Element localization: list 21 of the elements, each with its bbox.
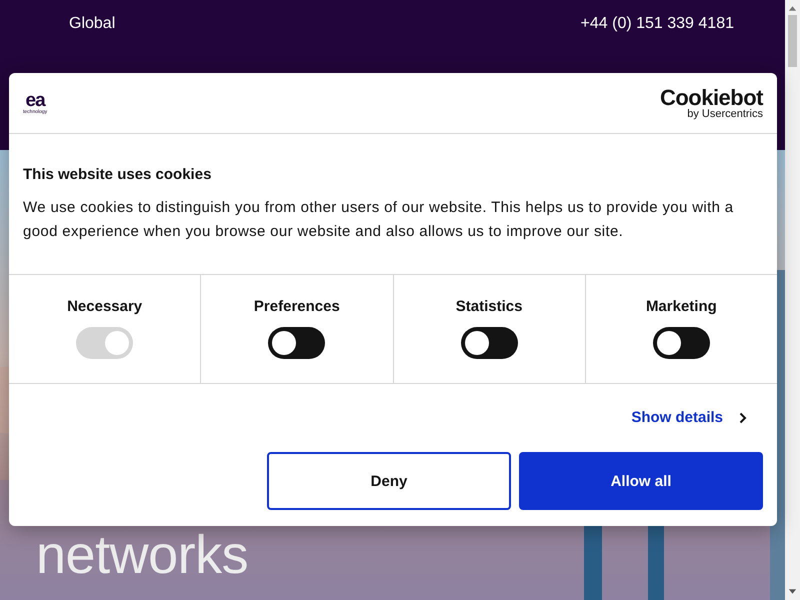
- category-label: Preferences: [254, 298, 340, 315]
- category-label: Marketing: [646, 298, 717, 315]
- chevron-right-icon[interactable]: [739, 412, 747, 424]
- region-link[interactable]: Global: [69, 15, 116, 33]
- toggle-switch[interactable]: [460, 327, 518, 359]
- allow-all-button[interactable]: Allow all: [519, 452, 763, 510]
- phone-number[interactable]: +44 (0) 151 339 4181: [580, 15, 734, 33]
- dialog-title: This website uses cookies: [23, 166, 212, 183]
- hero-heading: networks: [36, 528, 248, 582]
- scrollbar-thumb[interactable]: [788, 15, 797, 67]
- category-label: Statistics: [456, 298, 522, 315]
- category-label: Necessary: [67, 298, 142, 315]
- dialog-text: We use cookies to distinguish you from other users of our website. This helps us to provide you with a good experience when you browse our website and also allows us to improve our site.: [23, 198, 734, 242]
- show-details-link[interactable]: Show details: [631, 409, 723, 426]
- cookiebot-logo: Cookiebot by Usercentrics: [660, 86, 763, 120]
- deny-button[interactable]: Deny: [267, 452, 511, 510]
- scroll-down-icon[interactable]: [788, 589, 797, 595]
- toggle-switch[interactable]: [268, 327, 326, 359]
- scrollbar[interactable]: [785, 0, 800, 600]
- toggle-switch[interactable]: [652, 327, 710, 359]
- scroll-up-icon[interactable]: [788, 5, 797, 11]
